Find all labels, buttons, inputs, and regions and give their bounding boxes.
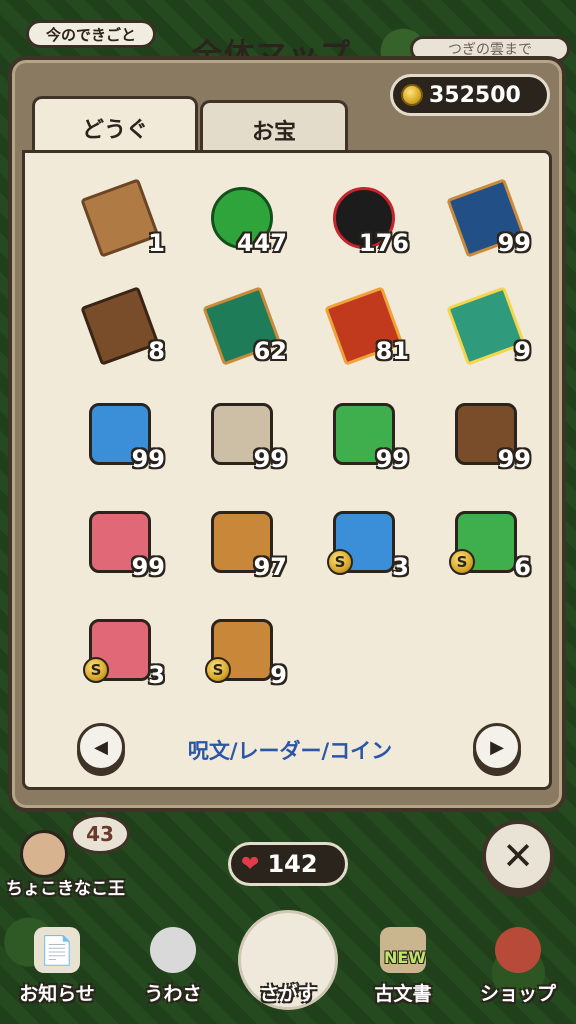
nav-archives-label: 古文書 — [374, 983, 432, 1005]
nav-rumor[interactable]: うわさ — [118, 916, 228, 1016]
player-name: ちょこきなこ王 — [6, 879, 125, 899]
speech-bubble-icon — [150, 927, 196, 973]
item-slot[interactable]: 99 — [441, 393, 541, 493]
nav-news[interactable]: 📄 お知らせ — [2, 916, 112, 1016]
item-slot[interactable]: 447 — [197, 177, 297, 277]
nav-shop-label: ショップ — [479, 983, 556, 1005]
next-category-button[interactable]: ▶ — [473, 723, 521, 771]
item-slot[interactable]: 62 — [197, 285, 297, 385]
item-count: 3 — [392, 553, 409, 581]
item-slot[interactable]: 176 — [319, 177, 419, 277]
shop-icon — [495, 927, 541, 973]
item-slot[interactable]: 81 — [319, 285, 419, 385]
item-count: 99 — [253, 445, 287, 473]
heart-counter: ❤ 142 — [228, 842, 348, 886]
item-slot[interactable]: S3 — [75, 609, 175, 709]
item-slot[interactable]: 99 — [75, 393, 175, 493]
item-count: 97 — [253, 553, 287, 581]
item-slot[interactable]: 97 — [197, 501, 297, 601]
item-slot[interactable]: 99 — [75, 501, 175, 601]
tab-bar: どうぐ お宝 — [32, 96, 348, 156]
item-count: 99 — [131, 553, 165, 581]
item-count: 81 — [375, 337, 409, 365]
close-button[interactable]: ✕ — [482, 820, 554, 892]
top-bar: 今のできごと 全体マップ つぎの雲まで — [0, 0, 576, 73]
item-slot[interactable]: 99 — [441, 177, 541, 277]
item-count: 176 — [358, 229, 409, 257]
player-level: 43 — [70, 814, 130, 854]
item-grid-area: 1 447 176 99 8 62 81 9 99 99 99 99 99 97 S 3 S 6 S 3 S 9 ◀ 呪文… — [22, 150, 552, 790]
item-count: 99 — [497, 445, 531, 473]
heart-icon: ❤ — [241, 851, 260, 877]
item-panel: どうぐ お宝 352500 1 447 176 99 8 62 81 9 99 99 99 99 99 9… — [8, 56, 566, 812]
coin-value: 352500 — [429, 82, 521, 108]
item-count: 447 — [236, 229, 287, 257]
item-slot[interactable]: 1 — [75, 177, 175, 277]
avatar — [20, 830, 68, 878]
nav-archives[interactable]: NEW 古文書 — [348, 916, 458, 1016]
item-count: 1 — [148, 229, 165, 257]
notice-icon: 📄 — [34, 927, 80, 973]
player-info[interactable]: 43 ちょこきなこ王 — [6, 814, 210, 900]
item-slot[interactable]: S9 — [197, 609, 297, 709]
category-footer: ◀ 呪文/レーダー/コイン ▶ — [25, 723, 555, 783]
bottom-nav: 📄 お知らせ うわさ さがす NEW 古文書 ショップ — [0, 910, 576, 1024]
nav-news-label: お知らせ — [19, 983, 95, 1005]
nav-rumor-label: うわさ — [144, 983, 202, 1005]
item-count: 99 — [375, 445, 409, 473]
nav-search-label: さがす — [259, 983, 317, 1005]
coin-balance: 352500 — [390, 74, 550, 116]
item-slot[interactable]: S6 — [441, 501, 541, 601]
item-slot[interactable]: 99 — [197, 393, 297, 493]
heart-value: 142 — [267, 850, 318, 878]
coin-s-icon: S — [205, 657, 231, 683]
item-slot[interactable]: 99 — [319, 393, 419, 493]
item-count: 8 — [148, 337, 165, 365]
item-slot[interactable]: 8 — [75, 285, 175, 385]
item-count: 99 — [131, 445, 165, 473]
coin-icon — [401, 84, 423, 106]
item-count: 6 — [514, 553, 531, 581]
item-slot[interactable]: S3 — [319, 501, 419, 601]
nav-shop[interactable]: ショップ — [463, 916, 573, 1016]
item-count: 9 — [270, 661, 287, 689]
nav-search[interactable]: さがす — [233, 916, 343, 1016]
coin-s-icon: S — [449, 549, 475, 575]
item-count: 99 — [497, 229, 531, 257]
coin-s-icon: S — [327, 549, 353, 575]
item-count: 3 — [148, 661, 165, 689]
news-button[interactable]: 今のできごと — [26, 20, 156, 48]
item-count: 62 — [253, 337, 287, 365]
coin-s-icon: S — [83, 657, 109, 683]
tab-treasure[interactable]: お宝 — [200, 100, 348, 156]
new-badge: NEW — [384, 948, 426, 967]
item-slot[interactable]: 9 — [441, 285, 541, 385]
item-count: 9 — [514, 337, 531, 365]
tab-tools[interactable]: どうぐ — [32, 96, 198, 156]
